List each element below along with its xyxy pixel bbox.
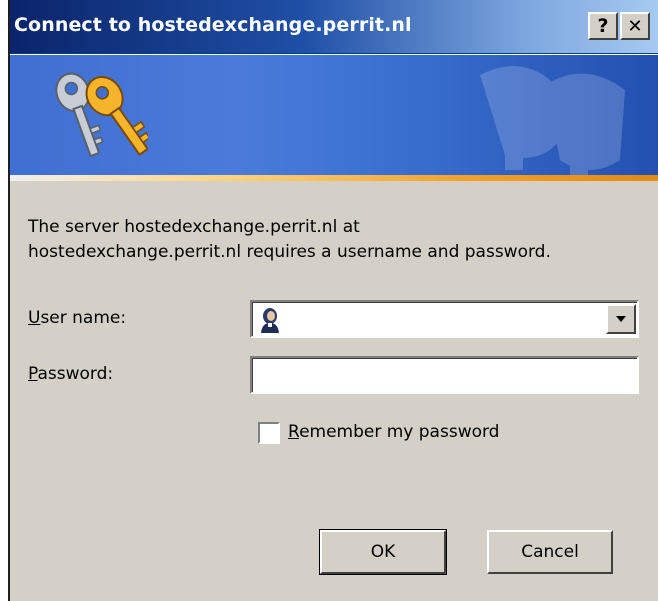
password-label-mnemonic: P [28, 364, 38, 384]
cancel-button-label: Cancel [521, 542, 579, 562]
password-field-inner[interactable] [252, 358, 637, 392]
username-combobox[interactable] [250, 300, 639, 338]
help-button[interactable]: ? [588, 12, 618, 40]
prompt-line-1: The server hostedexchange.perrit.nl at [28, 217, 360, 237]
remember-label-text: emember my password [299, 422, 500, 442]
username-dropdown-button[interactable] [606, 304, 636, 334]
header-banner [10, 55, 658, 175]
prompt-line-2: hostedexchange.perrit.nl requires a user… [28, 242, 551, 262]
keys-icon [55, 72, 148, 158]
chevron-down-icon [616, 316, 626, 322]
remember-password-label[interactable]: Remember my password [288, 422, 499, 442]
cancel-button[interactable]: Cancel [487, 530, 613, 574]
banner-accent-line [10, 175, 658, 181]
ok-button-label: OK [370, 542, 396, 562]
close-button[interactable]: ✕ [620, 12, 650, 40]
password-label-text: assword: [37, 364, 114, 384]
title-bar[interactable]: Connect to hostedexchange.perrit.nl ? ✕ [10, 0, 658, 55]
close-icon: ✕ [627, 15, 643, 37]
key-watermark-icon [480, 66, 625, 175]
username-label-text: ser name: [40, 308, 127, 328]
ok-button[interactable]: OK [319, 529, 447, 575]
user-icon [261, 308, 279, 333]
help-icon: ? [597, 15, 609, 37]
password-field[interactable] [250, 356, 639, 394]
username-combobox-field[interactable] [252, 302, 637, 336]
login-dialog: Connect to hostedexchange.perrit.nl ? ✕ [8, 0, 658, 601]
password-label: Password: [28, 364, 113, 384]
username-label-mnemonic: U [28, 308, 41, 328]
remember-password-checkbox[interactable] [258, 422, 280, 444]
remember-label-mnemonic: R [288, 422, 300, 442]
username-label: User name: [28, 308, 126, 328]
window-title: Connect to hostedexchange.perrit.nl [14, 14, 412, 36]
prompt-message: The server hostedexchange.perrit.nl at h… [28, 215, 648, 265]
